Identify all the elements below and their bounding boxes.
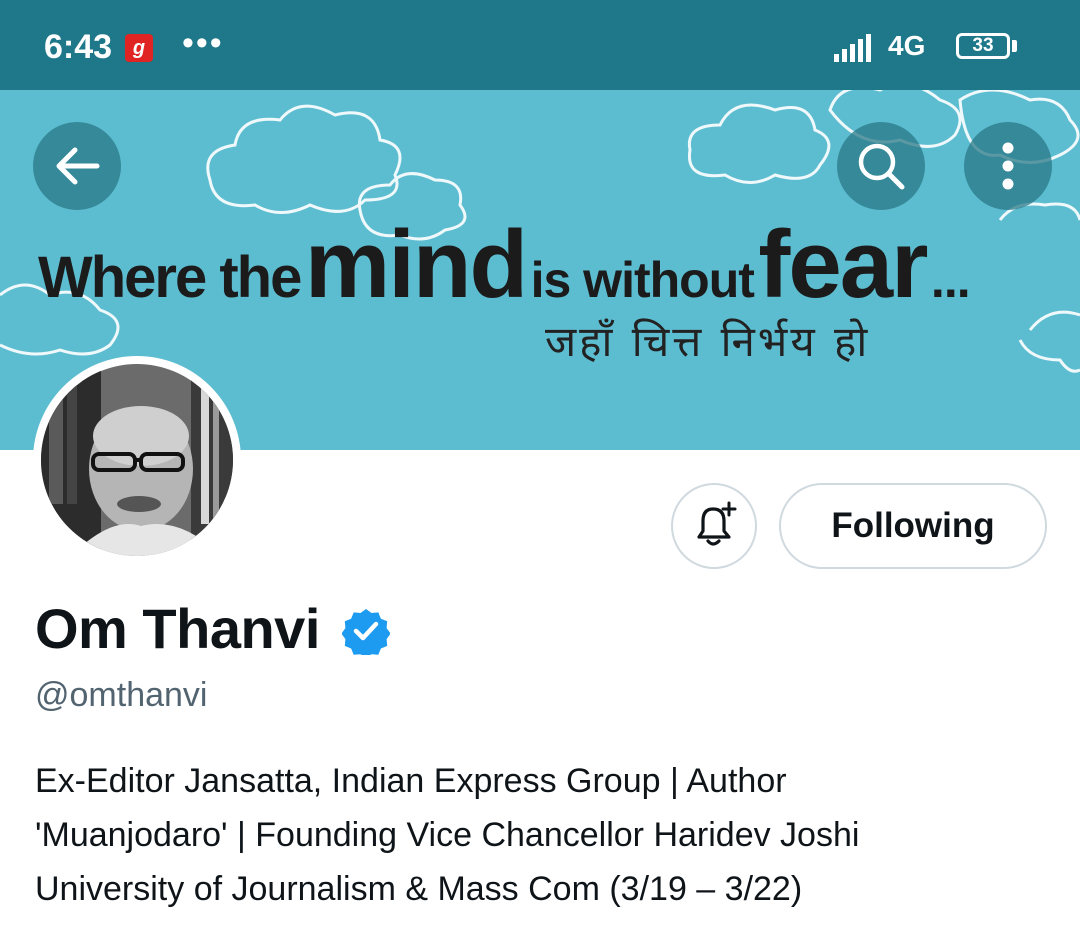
battery-tip [1012,40,1017,52]
arrow-left-icon [56,147,100,185]
bio-line: Ex-Editor Jansatta, Indian Express Group… [35,762,787,800]
headline-part: Where the [38,245,302,310]
banner-headline: Where the mind is without fear ... [38,210,971,320]
verified-badge-icon [341,608,390,655]
user-handle: @omthanvi [35,676,208,714]
status-bar: 6:43 g ••• 4G 33 [0,0,1080,90]
more-notifications-icon: ••• [182,24,224,62]
bell-plus-icon [697,501,737,546]
more-options-button[interactable] [964,122,1052,210]
search-button[interactable] [837,122,925,210]
profile-bio: Ex-Editor Jansatta, Indian Express Group… [35,754,1045,916]
banner-hindi-text: जहाँ चित्त निर्भय हो [545,317,871,366]
headline-part: is without [530,252,755,308]
notifications-button[interactable] [671,483,757,569]
headline-part: mind [304,211,528,318]
search-icon [858,143,905,190]
following-button[interactable]: Following [779,483,1047,569]
status-time: 6:43 [44,28,113,66]
headline-part: fear [758,211,928,318]
display-name: Om Thanvi [35,597,320,660]
app-notification-icon: g [125,34,153,62]
network-type: 4G [888,30,926,61]
headline-part: ... [930,252,971,308]
bio-line: 'Muanjodaro' | Founding Vice Chancellor … [35,816,860,854]
profile-name-row: Om Thanvi [35,596,390,661]
back-button[interactable] [33,122,121,210]
bio-line: University of Journalism & Mass Com (3/1… [35,870,803,908]
avatar-photo [41,364,233,556]
battery-icon: 33 [956,33,1010,59]
avatar[interactable] [33,356,241,564]
more-vertical-icon [1002,142,1014,190]
signal-icon [834,34,871,62]
